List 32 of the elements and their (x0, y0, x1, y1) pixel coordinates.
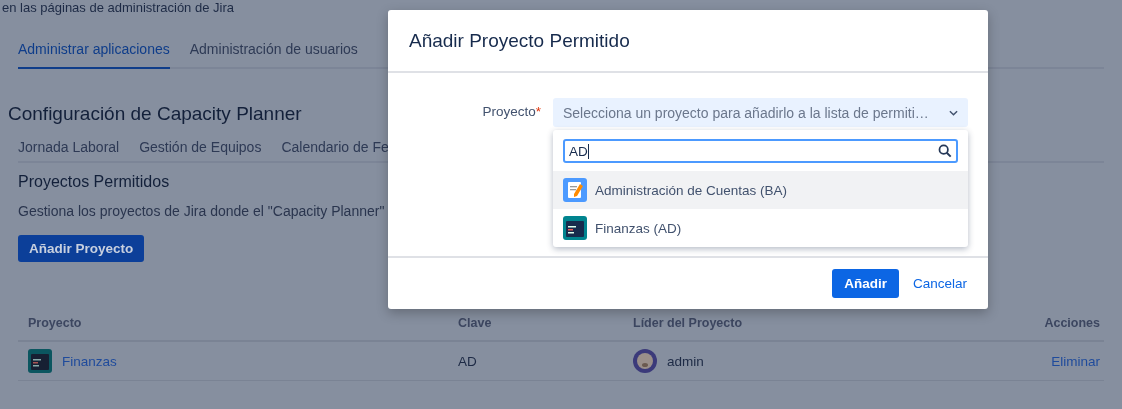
add-button[interactable]: Añadir (832, 269, 899, 298)
project-option[interactable]: Finanzas (AD) (553, 209, 968, 247)
add-project-button[interactable]: Añadir Proyecto (18, 235, 145, 262)
settings-tab[interactable]: Gestión de Equipos (139, 139, 262, 155)
settings-tab[interactable]: Jornada Laboral (18, 139, 120, 155)
delete-link[interactable]: Eliminar (1051, 353, 1100, 369)
page-title: Configuración de Capacity Planner (8, 103, 302, 125)
column-header: Clave (457, 316, 493, 330)
notebook-icon (563, 178, 587, 202)
description-text: Gestiona los proyectos de Jira donde el "Capacity Planner" (18, 203, 385, 219)
project-link[interactable]: Finanzas (62, 353, 117, 369)
field-label: Proyecto* (481, 104, 541, 119)
dialog-title: Añadir Proyecto Permitido (409, 29, 630, 52)
avatar-icon (633, 349, 657, 373)
project-option[interactable]: Administración de Cuentas (BA) (553, 171, 968, 209)
nav-tab[interactable]: Administrar aplicaciones (18, 35, 170, 69)
column-header: Proyecto (27, 316, 83, 330)
column-header: Líder del Proyecto (632, 316, 744, 330)
lead-name: admin (667, 353, 704, 369)
project-icon (28, 349, 52, 373)
cancel-button[interactable]: Cancelar (912, 276, 967, 291)
project-select[interactable]: Selecciona un proyecto para añadirlo a la lista de permiti… (553, 98, 968, 127)
column-header: Acciones (1043, 316, 1101, 330)
breadcrumb-text: en las páginas de administración de Jira (2, 0, 234, 15)
nav-tab[interactable]: Administración de usuarios (189, 35, 358, 69)
search-field[interactable]: AD (563, 139, 958, 163)
project-icon (563, 216, 587, 240)
search-icon (938, 144, 952, 158)
section-title: Proyectos Permitidos (18, 173, 170, 191)
table-cell-text: AD (457, 353, 478, 369)
settings-tab[interactable]: Calendario de Fe (281, 139, 389, 155)
chevron-down-icon (949, 109, 958, 116)
